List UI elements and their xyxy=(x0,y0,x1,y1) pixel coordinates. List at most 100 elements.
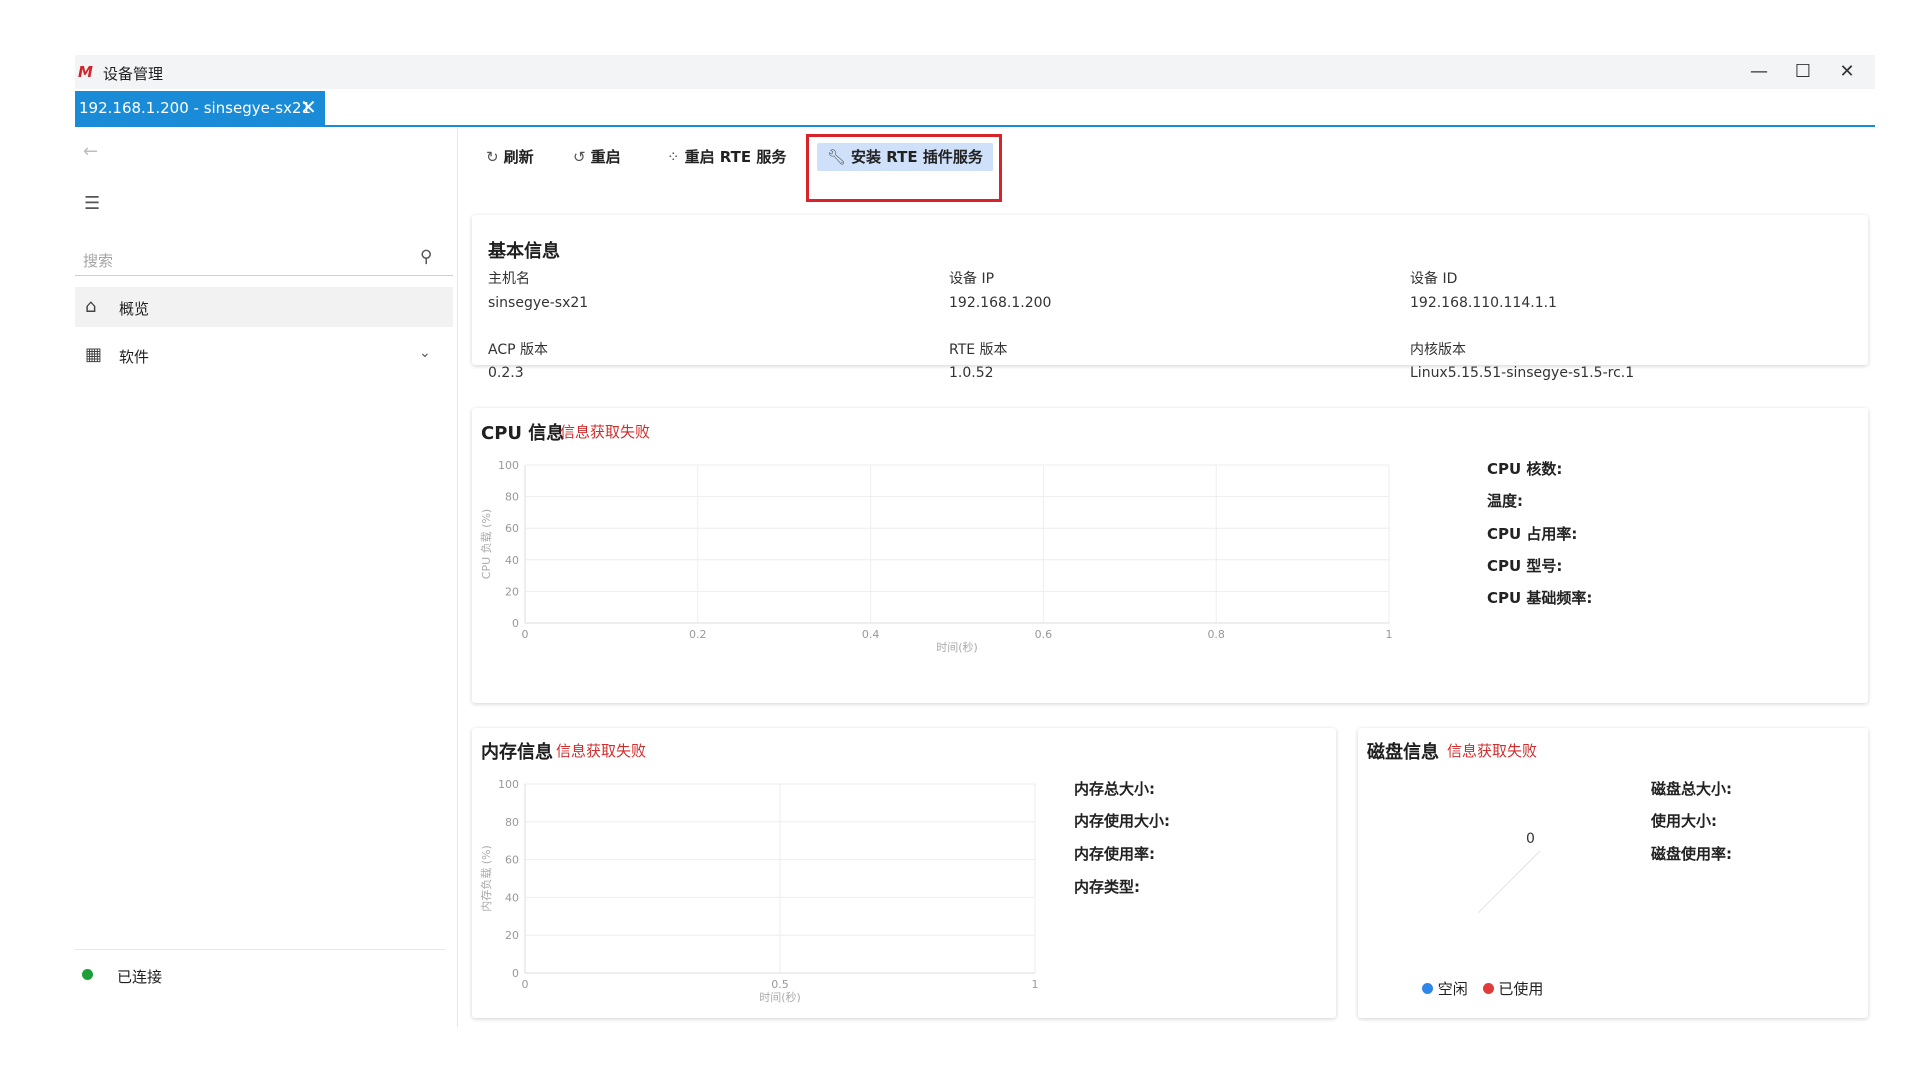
sidebar-item-overview[interactable]: ⌂ 概览 xyxy=(75,287,453,327)
refresh-icon: ↻ xyxy=(486,148,499,166)
cpu-info-card: CPU 信息 信息获取失败 0 20 40 60 80 100 0 0.2 0.4 0.6 0.8 1… xyxy=(472,408,1868,703)
hostname-label: 主机名 xyxy=(488,271,530,287)
sidebar-item-software[interactable]: ▦ 软件 ⌄ xyxy=(75,335,453,375)
device-ip-value: 192.168.1.200 xyxy=(949,295,1052,311)
hamburger-menu-icon[interactable]: ☰ xyxy=(84,193,100,214)
grid-icon: ▦ xyxy=(85,344,103,365)
disk-error-message: 信息获取失败 xyxy=(1447,742,1538,760)
spinner-icon: ⁘ xyxy=(667,148,680,166)
basic-info-card: 基本信息 主机名 sinsegye-sx21 设备 IP 192.168.1.2… xyxy=(472,215,1868,381)
disk-used-label: 使用大小: xyxy=(1651,812,1717,830)
y-tick-label: 60 xyxy=(505,522,519,535)
disk-legend: 空闲 已使用 xyxy=(1422,978,1543,999)
cpu-cores-label: CPU 核数: xyxy=(1487,460,1563,478)
device-tab-label: 192.168.1.200 - sinsegye-sx21 xyxy=(79,99,312,117)
x-axis-label: 时间(秒) xyxy=(936,640,978,654)
y-tick-label: 80 xyxy=(505,816,519,829)
chevron-down-icon[interactable]: ⌄ xyxy=(419,345,431,361)
close-tab-icon[interactable]: ✕ xyxy=(300,95,317,119)
x-tick-label: 0.6 xyxy=(1035,628,1053,641)
memory-type-label: 内存类型: xyxy=(1074,878,1140,896)
title-bar: M 设备管理 — ☐ ✕ xyxy=(75,55,1875,89)
connection-status-label: 已连接 xyxy=(117,968,163,986)
cpu-usage-label: CPU 占用率: xyxy=(1487,525,1578,543)
refresh-label: 刷新 xyxy=(503,148,534,166)
x-tick-label: 0.5 xyxy=(771,978,789,991)
disk-pie-center-value: 0 xyxy=(1526,831,1535,847)
restart-icon: ↺ xyxy=(573,148,586,166)
sidebar: ← ☰ 搜索 ⚲ ⌂ 概览 ▦ 软件 ⌄ 已连接 xyxy=(75,127,458,1027)
kernel-version-label: 内核版本 xyxy=(1410,342,1466,358)
disk-total-label: 磁盘总大小: xyxy=(1651,780,1732,798)
pie-placeholder-line xyxy=(1477,850,1541,914)
x-tick-label: 1 xyxy=(1032,978,1039,991)
restart-button[interactable]: ↺ 重启 xyxy=(573,143,621,171)
connected-status-dot-icon xyxy=(82,969,93,980)
cpu-base-frequency-label: CPU 基础频率: xyxy=(1487,589,1593,607)
memory-load-chart: 0 20 40 60 80 100 0 0.5 1 时间(秒) 内存负载 (%) xyxy=(479,778,1039,1004)
memory-total-label: 内存总大小: xyxy=(1074,780,1155,798)
y-tick-label: 80 xyxy=(505,491,519,504)
cpu-load-chart: 0 20 40 60 80 100 0 0.2 0.4 0.6 0.8 1 时间(秒) CPU 负载 (%… xyxy=(479,459,1393,654)
y-tick-label: 20 xyxy=(505,585,519,598)
highlight-box xyxy=(806,134,1002,202)
y-tick-label: 0 xyxy=(512,967,519,980)
app-window: M 设备管理 — ☐ ✕ 192.168.1.200 - sinsegye-sx… xyxy=(75,55,1875,1030)
y-tick-label: 40 xyxy=(505,554,519,567)
connection-status: 已连接 xyxy=(75,949,445,1000)
disk-info-card: 磁盘信息 信息获取失败 0 磁盘总大小: 使用大小: 磁盘使用率: 空闲 已使用 xyxy=(1358,728,1868,1018)
sidebar-item-label: 软件 xyxy=(119,348,150,366)
cpu-model-label: CPU 型号: xyxy=(1487,557,1563,575)
x-tick-label: 0 xyxy=(522,628,529,641)
tab-bar: 192.168.1.200 - sinsegye-sx21 ✕ xyxy=(75,89,1875,127)
y-tick-label: 100 xyxy=(498,778,519,791)
search-icon[interactable]: ⚲ xyxy=(420,247,432,267)
x-tick-label: 1 xyxy=(1386,628,1393,641)
legend-free-label: 空闲 xyxy=(1437,980,1468,998)
x-tick-label: 0 xyxy=(522,978,529,991)
basic-info-title: 基本信息 xyxy=(488,241,560,262)
maximize-button[interactable]: ☐ xyxy=(1781,58,1825,86)
close-window-button[interactable]: ✕ xyxy=(1825,58,1869,86)
acp-version-label: ACP 版本 xyxy=(488,342,548,358)
y-tick-label: 100 xyxy=(498,459,519,472)
home-icon: ⌂ xyxy=(85,296,97,317)
disk-usage-rate-label: 磁盘使用率: xyxy=(1651,845,1732,863)
minimize-button[interactable]: — xyxy=(1737,58,1781,86)
legend-free-dot-icon xyxy=(1422,983,1433,994)
device-tab[interactable]: 192.168.1.200 - sinsegye-sx21 ✕ xyxy=(75,91,325,125)
x-tick-label: 0.4 xyxy=(862,628,880,641)
rte-version-label: RTE 版本 xyxy=(949,342,1008,358)
window-title: 设备管理 xyxy=(103,65,164,83)
memory-usage-rate-label: 内存使用率: xyxy=(1074,845,1155,863)
search-box[interactable]: 搜索 ⚲ xyxy=(75,241,453,276)
x-axis-label: 时间(秒) xyxy=(759,990,801,1004)
y-tick-label: 40 xyxy=(505,891,519,904)
rte-version-value: 1.0.52 xyxy=(949,365,994,381)
cpu-temperature-label: 温度: xyxy=(1487,492,1523,510)
back-arrow-icon[interactable]: ← xyxy=(83,141,98,162)
hostname-value: sinsegye-sx21 xyxy=(488,295,589,311)
disk-pie-chart xyxy=(1477,850,1541,914)
y-tick-label: 60 xyxy=(505,854,519,867)
y-axis-label: 内存负载 (%) xyxy=(479,845,493,912)
sidebar-item-label: 概览 xyxy=(119,300,150,318)
restart-rte-button[interactable]: ⁘ 重启 RTE 服务 xyxy=(667,143,786,171)
kernel-version-value: Linux5.15.51-sinsegye-s1.5-rc.1 xyxy=(1410,365,1635,381)
memory-used-label: 内存使用大小: xyxy=(1074,812,1170,830)
legend-used-label: 已使用 xyxy=(1498,980,1544,998)
y-tick-label: 0 xyxy=(512,617,519,630)
restart-rte-label: 重启 RTE 服务 xyxy=(684,148,787,166)
x-tick-label: 0.2 xyxy=(689,628,707,641)
y-axis-label: CPU 负载 (%) xyxy=(479,509,493,579)
y-tick-label: 20 xyxy=(505,929,519,942)
acp-version-value: 0.2.3 xyxy=(488,365,524,381)
refresh-button[interactable]: ↻ 刷新 xyxy=(486,143,534,171)
search-input[interactable]: 搜索 xyxy=(83,250,113,271)
memory-info-card: 内存信息 信息获取失败 0 20 40 60 80 100 0 0.5 1 时间(秒) 内存负载 (… xyxy=(472,728,1336,1018)
device-id-label: 设备 ID xyxy=(1410,271,1458,287)
x-tick-label: 0.8 xyxy=(1207,628,1225,641)
device-ip-label: 设备 IP xyxy=(949,271,995,287)
restart-label: 重启 xyxy=(590,148,621,166)
legend-used-dot-icon xyxy=(1482,983,1494,994)
